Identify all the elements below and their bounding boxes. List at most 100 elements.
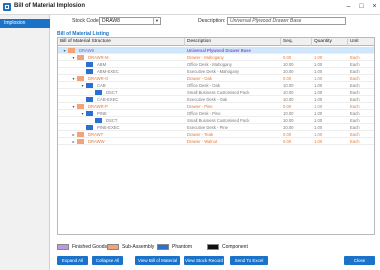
legend-label: Finished Goods xyxy=(72,244,108,250)
expand-toggle-icon[interactable]: ▸ xyxy=(71,132,76,137)
grid-header: Bill of Material Structure Description S… xyxy=(58,38,374,46)
legend-component: Component xyxy=(207,243,255,251)
cell-structure: PINE-EXEC xyxy=(97,125,120,130)
cell-unit: Each xyxy=(350,111,360,116)
cell-seq: 0.00 xyxy=(283,104,292,109)
cell-quantity: 1.00 xyxy=(314,125,323,130)
close-window-button[interactable]: × xyxy=(369,2,380,12)
cell-seq: 10.00 xyxy=(283,118,294,123)
cell-unit: Each xyxy=(350,55,360,60)
table-row[interactable]: ▾ PINE Office Desk - Pine 10.00 1.00 Each xyxy=(58,110,374,117)
table-row[interactable]: DSCT Small Business Customised Pack 10.00 1… xyxy=(58,89,374,96)
component-swatch xyxy=(207,244,219,250)
expand-toggle-icon[interactable]: ▾ xyxy=(80,111,85,116)
table-row[interactable]: ABM Office Desk - Mahogany 10.00 1.00 Each xyxy=(58,61,374,68)
cell-description: Drawer - Walnut xyxy=(187,139,218,144)
expand-toggle-icon[interactable]: ▾ xyxy=(71,55,76,60)
cell-unit xyxy=(348,47,374,54)
cell-unit: Each xyxy=(350,90,360,95)
phantom-icon xyxy=(86,69,93,74)
cell-description: Executive Desk - Pine xyxy=(187,125,228,130)
table-row[interactable]: ▾ CAB Office Desk - Oak 10.00 1.00 Each xyxy=(58,82,374,89)
table-row[interactable]: ▾ DRAWR-M Drawer - Mahogany 0.00 1.00 Each xyxy=(58,54,374,61)
column-header-structure[interactable]: Bill of Material Structure xyxy=(58,38,185,46)
window-title: Bill of Material Implosion xyxy=(14,3,86,9)
table-row[interactable]: ▸ DRAWW Drawer - Walnut 0.00 1.00 Each xyxy=(58,138,374,145)
legend-sub-assembly: Sub-Assembly xyxy=(107,243,155,251)
cell-quantity: 1.00 xyxy=(314,62,323,67)
cell-description: Office Desk - Pine xyxy=(187,111,221,116)
cell-description: Office Desk - Oak xyxy=(187,83,220,88)
finished-goods-swatch xyxy=(57,244,69,250)
table-row[interactable]: ABM-EXEC Executive Desk - Mahogany 10.00 1.… xyxy=(58,68,374,75)
view-stock-record-button[interactable]: View Stock Record xyxy=(184,256,224,265)
column-header-seq[interactable]: Seq. xyxy=(281,38,312,46)
cell-structure: CAB xyxy=(97,83,106,88)
legend-label: Sub-Assembly xyxy=(122,244,155,250)
cell-quantity: 1.00 xyxy=(314,139,323,144)
expand-toggle-icon[interactable]: ▾ xyxy=(71,76,76,81)
cell-unit: Each xyxy=(350,125,360,130)
sidebar: Implosion xyxy=(0,15,50,270)
cell-description: Drawer - Teak xyxy=(187,132,213,137)
cell-quantity: 1.00 xyxy=(314,97,323,102)
column-header-description[interactable]: Description xyxy=(185,38,281,46)
app-icon xyxy=(3,3,11,11)
cell-quantity: 1.00 xyxy=(314,118,323,123)
column-header-quantity[interactable]: Quantity xyxy=(312,38,348,46)
chevron-down-icon[interactable]: ▼ xyxy=(153,18,160,24)
cell-structure: DRAWW xyxy=(88,139,105,144)
phantom-icon xyxy=(86,97,93,102)
cell-structure: DRAWR-P xyxy=(88,104,108,109)
view-bill-of-material-button[interactable]: View Bill of Material xyxy=(135,256,180,265)
maximize-button[interactable]: □ xyxy=(356,2,367,12)
column-header-unit[interactable]: Unit xyxy=(348,38,374,46)
description-field[interactable]: Universal Plywood Drawer Base xyxy=(227,17,346,25)
table-row[interactable]: PINE-EXEC Executive Desk - Pine 10.00 1.00 E… xyxy=(58,124,374,131)
close-button[interactable]: Close xyxy=(344,256,375,265)
description-label: Description: xyxy=(198,18,226,24)
minimize-button[interactable]: – xyxy=(343,2,354,12)
cell-quantity: 1.00 xyxy=(314,76,323,81)
table-row[interactable]: ▸ DRAWT Drawer - Teak 0.00 1.00 Each xyxy=(58,131,374,138)
stock-code-select[interactable]: DRAW8 ▼ xyxy=(99,17,161,25)
cell-seq: 10.00 xyxy=(283,125,294,130)
cell-unit: Each xyxy=(350,118,360,123)
table-row[interactable]: ▾ DRAW8 Universal Plywood Drawer Base xyxy=(58,47,374,54)
cell-structure: DRAW8 xyxy=(79,48,94,53)
cell-seq xyxy=(281,47,312,54)
table-row[interactable]: DSCT Small Business Customised Pack 10.00 1… xyxy=(58,117,374,124)
cell-quantity: 1.00 xyxy=(314,83,323,88)
sub-assembly-swatch xyxy=(107,244,119,250)
bom-grid[interactable]: Bill of Material Structure Description S… xyxy=(57,37,375,235)
cell-seq: 10.00 xyxy=(283,69,294,74)
cell-description: Drawer - Oak xyxy=(187,76,212,81)
subassembly-icon xyxy=(77,55,84,60)
expand-toggle-icon[interactable]: ▾ xyxy=(62,48,67,53)
cell-structure: CAB-EXEC xyxy=(97,97,119,102)
expand-all-button[interactable]: Expand All xyxy=(57,256,88,265)
table-row[interactable]: CAB-EXEC Executive Desk - Oak 10.00 1.00 Eac… xyxy=(58,96,374,103)
stock-code-value: DRAW8 xyxy=(102,18,120,24)
cell-seq: 10.00 xyxy=(283,90,294,95)
table-row[interactable]: ▾ DRAWR-O Drawer - Oak 0.00 1.00 Each xyxy=(58,75,374,82)
cell-description: Executive Desk - Oak xyxy=(187,97,228,102)
cell-structure: DRAWR-O xyxy=(88,76,109,81)
legend-phantom: Phantom xyxy=(157,243,197,251)
send-to-excel-button[interactable]: Send To Excel xyxy=(230,256,268,265)
sidebar-item-implosion[interactable]: Implosion xyxy=(0,19,50,28)
collapse-all-button[interactable]: Collapse All xyxy=(92,256,123,265)
title-bar: Bill of Material Implosion – □ × xyxy=(0,0,380,15)
cell-seq: 0.00 xyxy=(283,76,292,81)
expand-toggle-icon[interactable]: ▾ xyxy=(80,83,85,88)
cell-seq: 10.00 xyxy=(283,83,294,88)
expand-toggle-icon[interactable]: ▸ xyxy=(71,139,76,144)
expand-toggle-icon[interactable]: ▾ xyxy=(71,104,76,109)
cell-seq: 10.00 xyxy=(283,97,294,102)
cell-structure: DSCT xyxy=(106,90,118,95)
cell-description: Drawer - Mahogany xyxy=(187,55,224,60)
subassembly-icon xyxy=(77,76,84,81)
cell-seq: 0.00 xyxy=(283,55,292,60)
table-row[interactable]: ▾ DRAWR-P Drawer - Pine 0.00 1.00 Each xyxy=(58,103,374,110)
cell-description: Drawer - Pine xyxy=(187,104,213,109)
